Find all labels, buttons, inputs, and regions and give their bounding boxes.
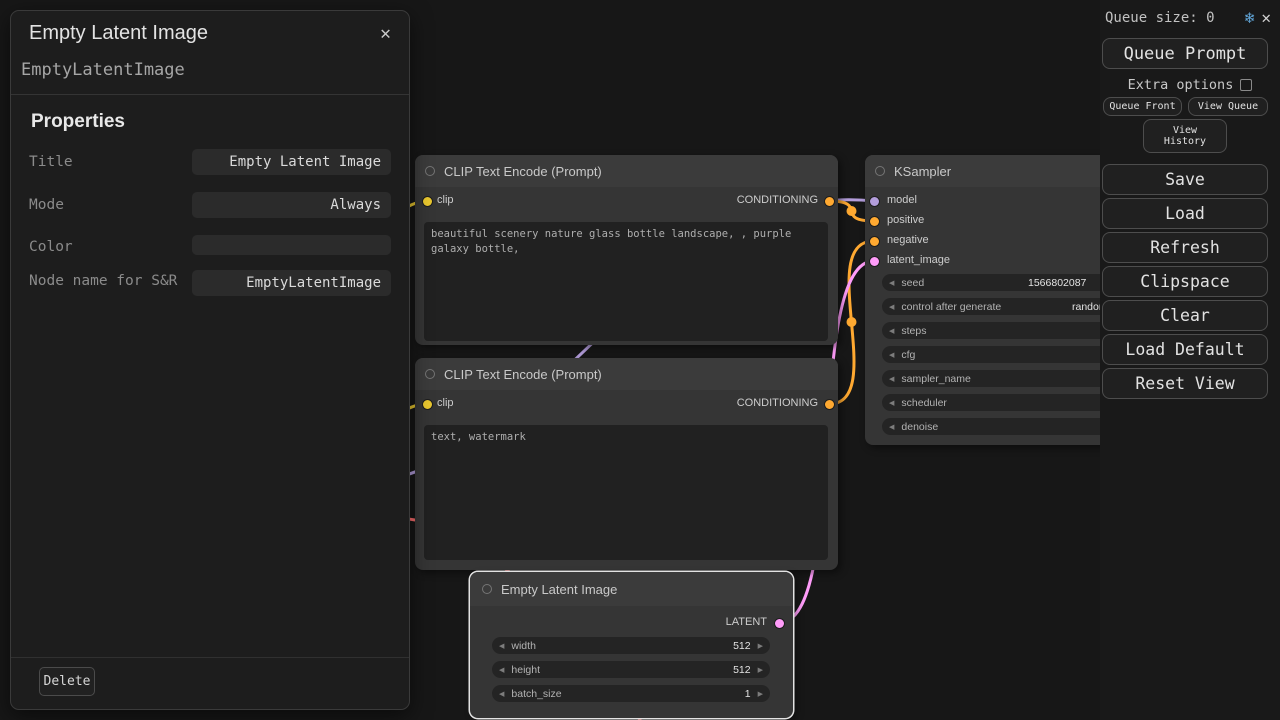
decrement-arrow-icon[interactable]: ◀ — [889, 279, 894, 287]
prompt-textarea[interactable]: beautiful scenery nature glass bottle la… — [424, 222, 828, 341]
widget-width[interactable]: ◀ width 512 ▶ — [492, 637, 770, 654]
widget-label: seed — [901, 277, 924, 289]
property-input-title[interactable]: Empty Latent Image — [192, 149, 391, 175]
properties-section-title: Properties — [11, 95, 409, 133]
input-label-model: model — [887, 194, 917, 206]
collapse-dot-icon[interactable] — [482, 584, 492, 594]
node-empty-latent-image[interactable]: Empty Latent Image LATENT ◀ width 512 ▶ … — [470, 572, 793, 718]
node-title-bar[interactable]: CLIP Text Encode (Prompt) — [415, 358, 838, 390]
increment-arrow-icon[interactable]: ▶ — [758, 642, 763, 650]
input-label-clip: clip — [437, 194, 454, 206]
node-title: Empty Latent Image — [501, 582, 617, 597]
output-label-conditioning: CONDITIONING — [737, 397, 818, 409]
widget-label: control after generate — [901, 301, 1001, 313]
queue-front-button[interactable]: Queue Front — [1103, 97, 1182, 116]
close-icon[interactable]: ✕ — [1261, 8, 1271, 27]
snowflake-icon: ❄ — [1245, 8, 1255, 27]
comfy-menu-panel: Queue size: 0 ❄ ✕ Queue Prompt Extra opt… — [1100, 0, 1280, 720]
property-input-color[interactable] — [192, 235, 391, 255]
widget-value: 1566802087 — [1028, 277, 1086, 289]
node-title: CLIP Text Encode (Prompt) — [444, 367, 602, 382]
output-dot-latent[interactable] — [775, 619, 784, 628]
node-title-bar[interactable]: CLIP Text Encode (Prompt) — [415, 155, 838, 187]
node-clip-text-encode-positive[interactable]: CLIP Text Encode (Prompt) clip CONDITION… — [415, 155, 838, 345]
extra-options-checkbox[interactable] — [1240, 79, 1252, 91]
view-queue-button[interactable]: View Queue — [1188, 97, 1268, 116]
widget-label: scheduler — [901, 397, 947, 409]
node-title-bar[interactable]: Empty Latent Image — [470, 572, 793, 606]
load-button[interactable]: Load — [1102, 198, 1268, 229]
node-title: CLIP Text Encode (Prompt) — [444, 164, 602, 179]
input-dot-positive[interactable] — [870, 217, 879, 226]
queue-prompt-button[interactable]: Queue Prompt — [1102, 38, 1268, 69]
extra-options-label: Extra options — [1128, 77, 1234, 93]
node-clip-text-encode-negative[interactable]: CLIP Text Encode (Prompt) clip CONDITION… — [415, 358, 838, 570]
output-dot-conditioning[interactable] — [825, 400, 834, 409]
input-label-negative: negative — [887, 234, 929, 246]
decrement-arrow-icon[interactable]: ◀ — [499, 642, 504, 650]
delete-button[interactable]: Delete — [39, 667, 95, 696]
reset-view-button[interactable]: Reset View — [1102, 368, 1268, 399]
link-midpoint-dot[interactable] — [847, 206, 857, 216]
divider — [11, 657, 409, 658]
decrement-arrow-icon[interactable]: ◀ — [889, 375, 894, 383]
input-dot-clip[interactable] — [423, 197, 432, 206]
collapse-dot-icon[interactable] — [425, 166, 435, 176]
widget-label: cfg — [901, 349, 915, 361]
save-button[interactable]: Save — [1102, 164, 1268, 195]
output-dot-conditioning[interactable] — [825, 197, 834, 206]
property-label-title: Title — [29, 153, 181, 172]
decrement-arrow-icon[interactable]: ◀ — [889, 327, 894, 335]
clear-button[interactable]: Clear — [1102, 300, 1268, 331]
property-input-node-name[interactable]: EmptyLatentImage — [192, 270, 391, 296]
widget-batch-size[interactable]: ◀ batch_size 1 ▶ — [492, 685, 770, 702]
properties-dialog: Empty Latent Image ✕ EmptyLatentImage Pr… — [10, 10, 410, 710]
collapse-dot-icon[interactable] — [875, 166, 885, 176]
property-label-color: Color — [29, 238, 181, 257]
input-label-clip: clip — [437, 397, 454, 409]
decrement-arrow-icon[interactable]: ◀ — [889, 303, 894, 311]
widget-label: steps — [901, 325, 926, 337]
refresh-button[interactable]: Refresh — [1102, 232, 1268, 263]
widget-height[interactable]: ◀ height 512 ▶ — [492, 661, 770, 678]
widget-label: batch_size — [511, 688, 561, 700]
load-default-button[interactable]: Load Default — [1102, 334, 1268, 365]
close-icon[interactable]: ✕ — [376, 21, 395, 46]
input-label-latent-image: latent_image — [887, 254, 950, 266]
widget-label: height — [511, 664, 540, 676]
decrement-arrow-icon[interactable]: ◀ — [889, 399, 894, 407]
decrement-arrow-icon[interactable]: ◀ — [499, 666, 504, 674]
widget-label: sampler_name — [901, 373, 970, 385]
clipspace-button[interactable]: Clipspace — [1102, 266, 1268, 297]
widget-value: 512 — [733, 640, 751, 652]
input-dot-latent-image[interactable] — [870, 257, 879, 266]
input-dot-clip[interactable] — [423, 400, 432, 409]
input-dot-model[interactable] — [870, 197, 879, 206]
node-title: KSampler — [894, 164, 951, 179]
decrement-arrow-icon[interactable]: ◀ — [499, 690, 504, 698]
output-label-conditioning: CONDITIONING — [737, 194, 818, 206]
widget-value: 512 — [733, 664, 751, 676]
queue-size-label: Queue size: 0 — [1105, 10, 1238, 26]
decrement-arrow-icon[interactable]: ◀ — [889, 423, 894, 431]
prompt-textarea[interactable]: text, watermark — [424, 425, 828, 560]
decrement-arrow-icon[interactable]: ◀ — [889, 351, 894, 359]
widget-label: width — [511, 640, 536, 652]
property-label-node-name: Node name for S&R — [29, 272, 181, 291]
node-type-label: EmptyLatentImage — [11, 50, 409, 95]
output-label-latent: LATENT — [726, 616, 767, 628]
property-label-mode: Mode — [29, 196, 181, 215]
dialog-title: Empty Latent Image — [29, 22, 208, 45]
link-midpoint-dot[interactable] — [847, 317, 857, 327]
increment-arrow-icon[interactable]: ▶ — [758, 666, 763, 674]
property-input-mode[interactable]: Always — [192, 192, 391, 218]
view-history-button[interactable]: View History — [1143, 119, 1227, 153]
increment-arrow-icon[interactable]: ▶ — [758, 690, 763, 698]
widget-label: denoise — [901, 421, 938, 433]
input-label-positive: positive — [887, 214, 924, 226]
input-dot-negative[interactable] — [870, 237, 879, 246]
widget-value: 1 — [745, 688, 751, 700]
collapse-dot-icon[interactable] — [425, 369, 435, 379]
